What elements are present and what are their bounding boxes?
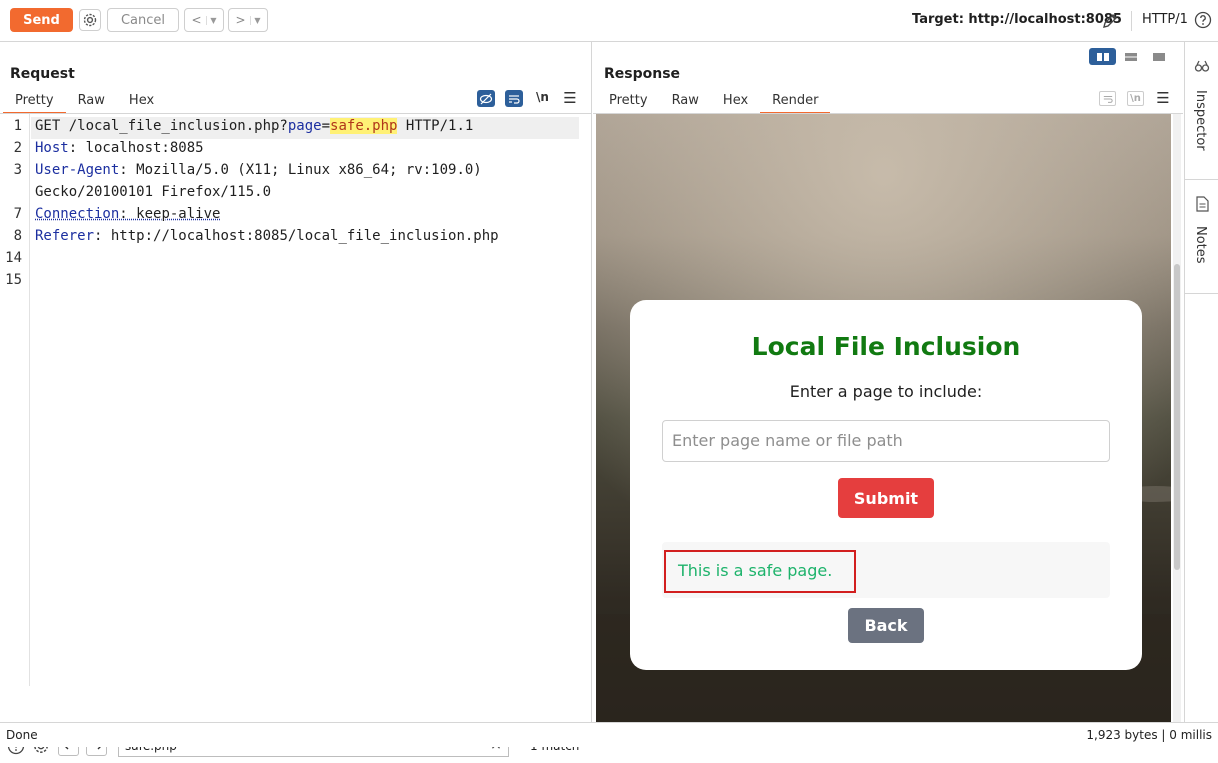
show-newlines-icon[interactable]: \n [1127, 91, 1144, 106]
status-bar: Done 1,923 bytes | 0 millis [0, 722, 1218, 747]
code-line[interactable]: Connection: keep-alive [35, 206, 220, 222]
request-tab-hex[interactable]: Hex [117, 92, 166, 114]
code-text: HTTP/1.1 [397, 118, 474, 134]
rendered-page-view: Local File Inclusion Enter a page to inc… [596, 114, 1171, 722]
back-button[interactable]: Back [848, 608, 924, 643]
hide-nonprintable-icon[interactable] [477, 90, 495, 107]
submit-button[interactable]: Submit [838, 478, 934, 518]
response-pane: Response Pretty Raw Hex Render \n ☰ Loca… [593, 42, 1183, 722]
inspector-glasses-icon[interactable] [1193, 58, 1211, 74]
code-text: : keep-alive [119, 206, 221, 222]
word-wrap-icon[interactable] [1099, 91, 1116, 106]
page-path-input[interactable]: Enter page name or file path [662, 420, 1110, 462]
line-number: 7 [13, 206, 22, 222]
chevron-down-icon[interactable]: ▼ [250, 15, 261, 25]
layout-tabbed-icon[interactable] [1145, 48, 1172, 65]
code-text: : Mozilla/5.0 (X11; Linux x86_64; rv:109… [119, 162, 482, 178]
code-line[interactable]: User-Agent: Mozilla/5.0 (X11; Linux x86_… [35, 162, 482, 178]
code-line[interactable]: Gecko/20100101 Firefox/115.0 [35, 184, 271, 200]
history-forward-button[interactable]: > ▼ [228, 8, 268, 32]
history-back-button[interactable]: < ▼ [184, 8, 224, 32]
code-text: Gecko/20100101 Firefox/115.0 [35, 184, 272, 200]
request-tab-pretty[interactable]: Pretty [3, 92, 66, 114]
lfi-card: Local File Inclusion Enter a page to inc… [630, 300, 1142, 670]
response-title: Response [604, 66, 681, 82]
right-sidebar: Inspector Notes [1184, 42, 1218, 722]
edit-target-pencil-icon[interactable] [1099, 10, 1121, 32]
line-number: 2 [13, 140, 22, 156]
send-button[interactable]: Send [10, 8, 73, 32]
menu-hamburger-icon[interactable]: ☰ [1156, 89, 1170, 107]
http-version-label[interactable]: HTTP/1 [1142, 12, 1188, 27]
top-toolbar: Send Cancel < ▼ > ▼ Target: http://localho… [0, 0, 1218, 42]
status-right-text: 1,923 bytes | 0 millis [1086, 728, 1212, 742]
line-number: 3 [13, 162, 22, 178]
request-tab-raw[interactable]: Raw [66, 92, 117, 114]
page-heading: Local File Inclusion [751, 332, 1021, 361]
include-prompt-label: Enter a page to include: [789, 382, 983, 401]
cancel-button[interactable]: Cancel [107, 8, 179, 32]
show-newlines-toggle[interactable]: \n [536, 90, 549, 104]
line-number: 14 [5, 250, 22, 266]
target-label: Target: http://localhost:8085 [912, 12, 1122, 27]
header-key: Connection [35, 206, 120, 222]
status-left-text: Done [6, 728, 38, 742]
history-back-glyph: < [191, 13, 202, 27]
request-title: Request [10, 66, 75, 82]
header-key: User-Agent [35, 162, 120, 178]
notes-tab[interactable]: Notes [1193, 226, 1208, 264]
line-number-gutter [0, 114, 30, 686]
header-key: page [287, 118, 322, 134]
code-line[interactable]: Referer: http://localhost:8085/local_fil… [35, 228, 499, 244]
response-tab-pretty[interactable]: Pretty [597, 92, 660, 114]
history-forward-glyph: > [235, 13, 246, 27]
chevron-down-icon[interactable]: ▼ [206, 15, 217, 25]
result-text: This is a safe page. [664, 550, 856, 593]
response-tab-render[interactable]: Render [760, 92, 831, 114]
request-editor[interactable]: 1 GET /local_file_inclusion.php?page=safe… [0, 114, 591, 686]
code-text: : http://localhost:8085/local_file_inclu… [94, 228, 499, 244]
code-line[interactable]: GET /local_file_inclusion.php?page=safe.… [35, 118, 473, 134]
render-scrollbar[interactable] [1173, 114, 1181, 722]
line-number: 15 [5, 272, 22, 288]
word-wrap-icon[interactable] [505, 90, 523, 107]
scrollbar-thumb[interactable] [1174, 264, 1180, 570]
request-pane: Request Pretty Raw Hex \n ☰ 1 GET /local_… [0, 42, 592, 757]
layout-side-by-side-icon[interactable] [1089, 48, 1116, 65]
settings-gear-icon[interactable] [79, 9, 101, 31]
response-tabs: Pretty Raw Hex Render [597, 92, 831, 114]
code-text: GET /local_file_inclusion.php? [35, 118, 288, 134]
header-key: Host [35, 140, 69, 156]
response-tab-hex[interactable]: Hex [711, 92, 760, 114]
line-number: 8 [13, 228, 22, 244]
notes-document-icon[interactable] [1194, 195, 1210, 213]
response-tab-raw[interactable]: Raw [660, 92, 711, 114]
layout-stacked-icon[interactable] [1117, 48, 1144, 65]
help-icon[interactable] [1193, 10, 1213, 30]
code-text: : localhost:8085 [68, 140, 204, 156]
header-key: Referer [35, 228, 95, 244]
menu-hamburger-icon[interactable]: ☰ [563, 89, 577, 107]
line-number: 1 [13, 118, 22, 134]
code-line[interactable]: Host: localhost:8085 [35, 140, 204, 156]
code-text: = [321, 118, 331, 134]
search-match-highlight: safe.php [330, 118, 398, 134]
inspector-tab[interactable]: Inspector [1193, 90, 1208, 151]
request-tabs: Pretty Raw Hex [3, 92, 166, 114]
